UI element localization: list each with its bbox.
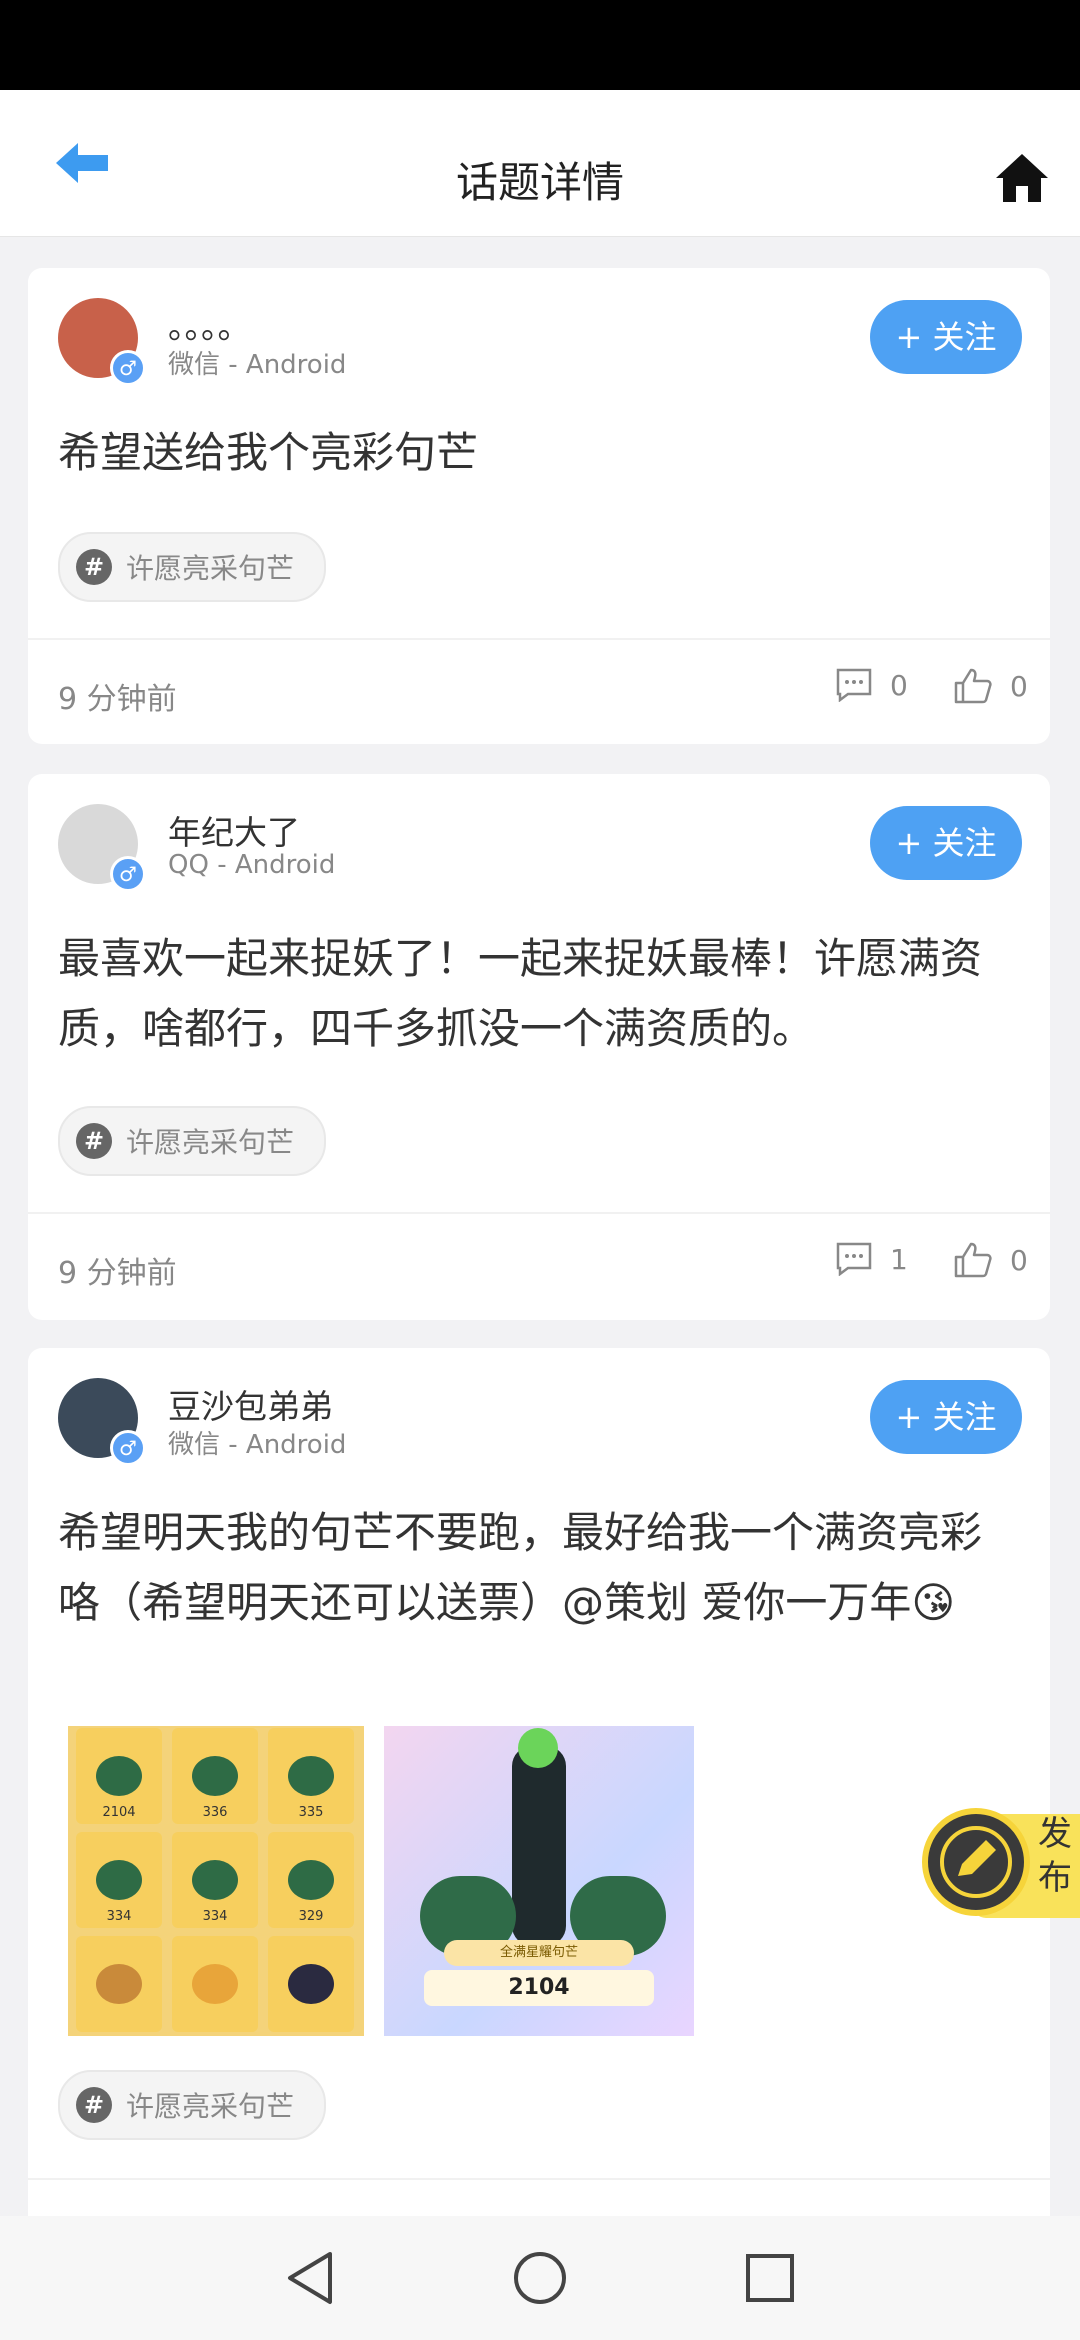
thumbs-up-icon bbox=[954, 668, 992, 704]
male-gender-icon: ♂ bbox=[110, 1430, 146, 1466]
like-count: 0 bbox=[1010, 1243, 1028, 1277]
grid-number: 2104 bbox=[102, 1805, 136, 1820]
thumbs-up-icon bbox=[954, 1242, 992, 1278]
grid-cell: 334 bbox=[76, 1832, 162, 1928]
like-button[interactable]: 0 bbox=[954, 668, 1028, 704]
nav-home-icon[interactable] bbox=[512, 2250, 568, 2306]
hashtag-icon: # bbox=[76, 2087, 112, 2123]
user-name[interactable]: 年纪大了 bbox=[168, 806, 300, 854]
publish-label: 发布 bbox=[1038, 1814, 1072, 1898]
grid-number: 334 bbox=[106, 1909, 132, 1924]
post-time: 9 分钟前 bbox=[58, 682, 177, 717]
divider bbox=[28, 2178, 1050, 2180]
grid-number: 334 bbox=[202, 1909, 228, 1924]
grid-cell bbox=[76, 1936, 162, 2032]
post-card[interactable]: ♂ 豆沙包弟弟 微信 - Android + 关注 希望明天我的句芒不要跑，最好… bbox=[28, 1348, 1050, 2248]
status-bar bbox=[0, 0, 1080, 90]
post-source: QQ - Android bbox=[168, 850, 336, 880]
divider bbox=[28, 638, 1050, 640]
male-gender-icon: ♂ bbox=[110, 856, 146, 892]
topic-tag[interactable]: # 许愿亮采句芒 bbox=[58, 2070, 327, 2140]
publish-button[interactable]: 发布 bbox=[922, 1808, 1080, 1918]
post-source: 微信 - Android bbox=[168, 1430, 347, 1460]
topic-tag-label: 许愿亮采句芒 bbox=[126, 2090, 295, 2123]
post-content: 最喜欢一起来捉妖了！一起来捉妖最棒！许愿满资质，啥都行，四千多抓没一个满资质的。 bbox=[58, 934, 983, 1053]
detail-score: 2104 bbox=[424, 1970, 654, 2006]
top-bar: 话题详情 bbox=[0, 90, 1080, 237]
user-name[interactable]: 。。。。 bbox=[168, 300, 251, 348]
grid-number: 329 bbox=[298, 1909, 324, 1924]
grid-cell: 329 bbox=[268, 1832, 354, 1928]
post-image-grid[interactable]: 2104 336 335 334 334 329 bbox=[68, 1726, 364, 2036]
system-nav-bar bbox=[0, 2216, 1080, 2340]
topic-tag[interactable]: # 许愿亮采句芒 bbox=[58, 532, 327, 602]
character-figure bbox=[512, 1728, 566, 1946]
post-card[interactable]: ♂ 年纪大了 QQ - Android + 关注 最喜欢一起来捉妖了！一起来捉妖… bbox=[28, 774, 1050, 1320]
publish-circle bbox=[922, 1808, 1030, 1916]
detail-title: 全满星耀句芒 bbox=[444, 1940, 634, 1966]
hashtag-icon: # bbox=[76, 1123, 112, 1159]
follow-button[interactable]: + 关注 bbox=[870, 300, 1022, 374]
grid-cell: 2104 bbox=[76, 1728, 162, 1824]
home-icon[interactable] bbox=[994, 150, 1050, 206]
grid-number: 335 bbox=[298, 1805, 324, 1820]
grid-cell bbox=[172, 1936, 258, 2032]
follow-button[interactable]: + 关注 bbox=[870, 806, 1022, 880]
grid-cell: 334 bbox=[172, 1832, 258, 1928]
post-content: 希望明天我的句芒不要跑，最好给我一个满资亮彩咯（希望明天还可以送票）@策划 爱你… bbox=[58, 1508, 983, 1627]
comment-icon bbox=[836, 668, 872, 702]
post-image-detail[interactable]: 全满星耀句芒 2104 bbox=[384, 1726, 694, 2036]
user-name[interactable]: 豆沙包弟弟 bbox=[168, 1380, 333, 1428]
like-button[interactable]: 0 bbox=[954, 1242, 1028, 1278]
like-count: 0 bbox=[1010, 669, 1028, 703]
grid-cell bbox=[268, 1936, 354, 2032]
topic-tag-label: 许愿亮采句芒 bbox=[126, 552, 295, 585]
topic-tag[interactable]: # 许愿亮采句芒 bbox=[58, 1106, 327, 1176]
grid-cell: 336 bbox=[172, 1728, 258, 1824]
nav-recents-icon[interactable] bbox=[744, 2250, 796, 2306]
comment-count: 0 bbox=[890, 668, 908, 702]
grid-number: 336 bbox=[202, 1805, 228, 1820]
post-card[interactable]: ♂ 。。。。 微信 - Android + 关注 希望送给我个亮彩句芒 # 许愿… bbox=[28, 268, 1050, 744]
follow-button[interactable]: + 关注 bbox=[870, 1380, 1022, 1454]
topic-tag-label: 许愿亮采句芒 bbox=[126, 1126, 295, 1159]
hashtag-icon: # bbox=[76, 549, 112, 585]
page-title: 话题详情 bbox=[455, 158, 624, 207]
edit-pencil-icon bbox=[940, 1826, 1012, 1898]
post-source: 微信 - Android bbox=[168, 350, 347, 380]
comment-button[interactable]: 0 bbox=[836, 668, 908, 702]
nav-back-icon[interactable] bbox=[284, 2250, 336, 2306]
comment-count: 1 bbox=[890, 1242, 908, 1276]
divider bbox=[28, 1212, 1050, 1214]
male-gender-icon: ♂ bbox=[110, 350, 146, 386]
grid-cell: 335 bbox=[268, 1728, 354, 1824]
comment-icon bbox=[836, 1242, 872, 1276]
post-content: 希望送给我个亮彩句芒 bbox=[58, 428, 479, 477]
comment-button[interactable]: 1 bbox=[836, 1242, 908, 1276]
post-time: 9 分钟前 bbox=[58, 1256, 177, 1291]
